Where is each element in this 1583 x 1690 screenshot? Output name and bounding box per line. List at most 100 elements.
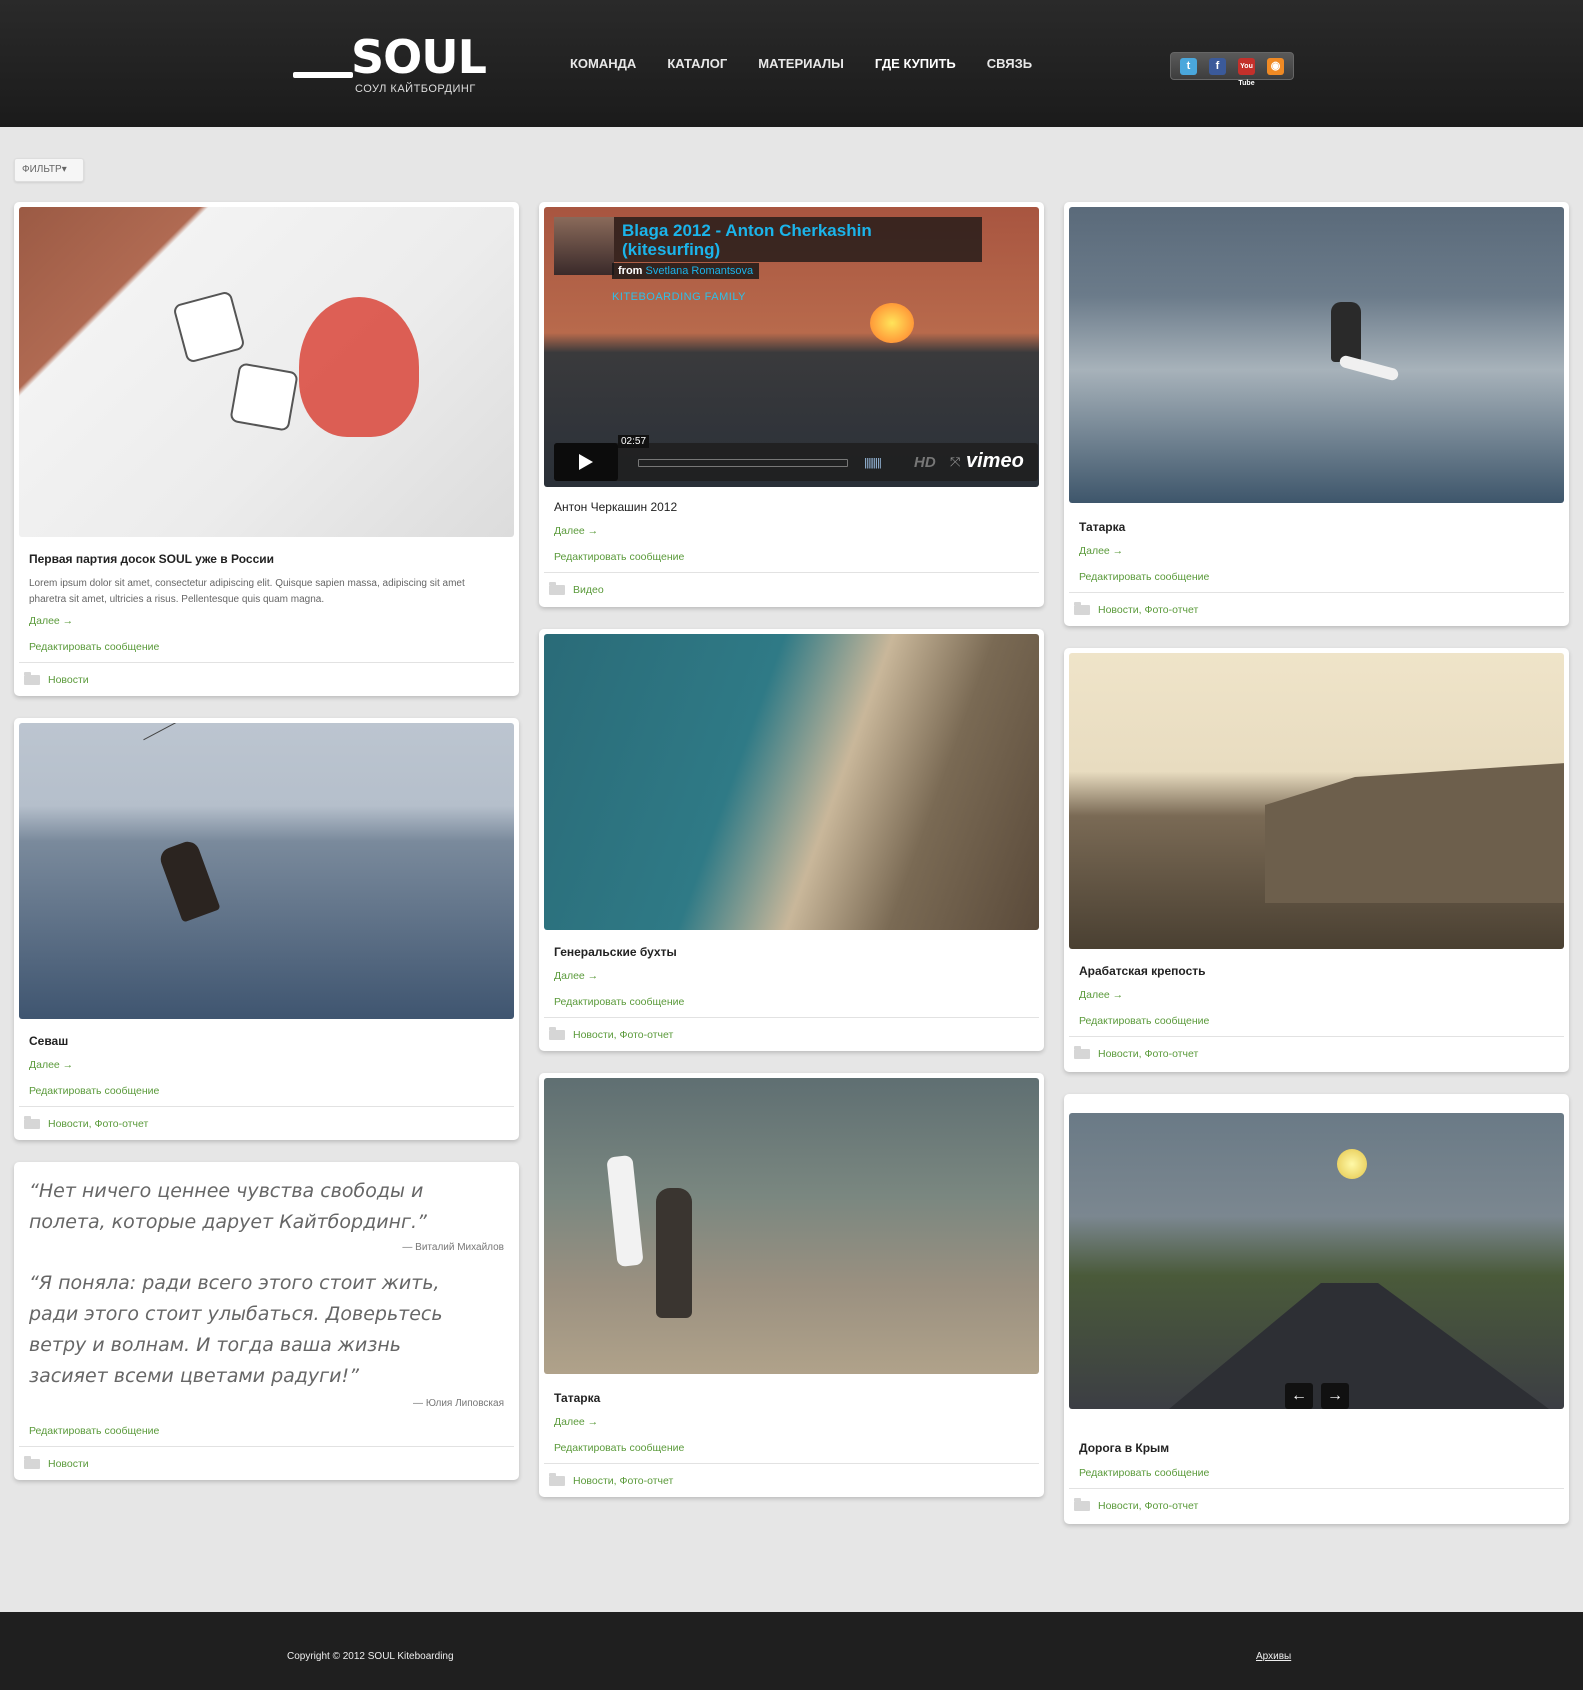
from-label: from bbox=[618, 265, 643, 277]
play-button[interactable] bbox=[554, 443, 618, 481]
post-card-fort: Арабатская крепость Далее → Редактироват… bbox=[1064, 648, 1569, 1072]
video-player[interactable]: Blaga 2012 - Anton Cherkashin (kitesurfi… bbox=[544, 207, 1039, 487]
quote-text: “Я поняла: ради всего этого стоит жить, … bbox=[29, 1272, 443, 1387]
logo-word: SOUL bbox=[351, 30, 487, 84]
divider bbox=[1069, 592, 1564, 593]
edit-post-link[interactable]: Редактировать сообщение bbox=[29, 641, 159, 653]
slider-prev-button[interactable]: ← bbox=[1285, 1383, 1313, 1409]
category-links[interactable]: Новости, Фото-отчет bbox=[1098, 1500, 1198, 1512]
post-card-board: Первая партия досок SOUL уже в России Lo… bbox=[14, 202, 519, 696]
edit-post-link[interactable]: Редактировать сообщение bbox=[29, 1425, 159, 1437]
read-more-link[interactable]: Далее → bbox=[1079, 545, 1123, 557]
read-more-link[interactable]: Далее → bbox=[554, 1416, 598, 1428]
edit-post-link[interactable]: Редактировать сообщение bbox=[554, 996, 684, 1008]
edit-post-link[interactable]: Редактировать сообщение bbox=[1079, 571, 1209, 583]
post-title[interactable]: Генеральские бухты bbox=[554, 945, 677, 959]
category-links[interactable]: Новости, Фото-отчет bbox=[48, 1118, 148, 1130]
post-card-tatarka-2: Татарка Далее → Редактировать сообщение … bbox=[539, 1073, 1044, 1497]
post-title[interactable]: Татарка bbox=[554, 1391, 600, 1405]
logo-subtitle: СОУЛ КАЙТБОРДИНГ bbox=[355, 83, 476, 95]
post-image[interactable] bbox=[19, 207, 514, 537]
category-links[interactable]: Новости, Фото-отчет bbox=[573, 1029, 673, 1041]
slider-next-button[interactable]: → bbox=[1321, 1383, 1349, 1409]
video-byline: from Svetlana Romantsova bbox=[612, 263, 760, 279]
kiter-figure bbox=[1331, 302, 1361, 362]
volume-icon[interactable]: ||||||||| bbox=[864, 457, 882, 469]
facebook-icon[interactable]: f bbox=[1209, 57, 1226, 75]
nav-where-to-buy[interactable]: ГДЕ КУПИТЬ bbox=[875, 56, 956, 71]
read-more-link[interactable]: Далее → bbox=[554, 970, 598, 982]
edit-post-link[interactable]: Редактировать сообщение bbox=[1079, 1015, 1209, 1027]
read-more-link[interactable]: Далее → bbox=[1079, 989, 1123, 1001]
post-image[interactable] bbox=[1069, 207, 1564, 503]
archive-link[interactable]: Архивы bbox=[1256, 1651, 1291, 1662]
post-categories: Новости, Фото-отчет bbox=[1074, 1498, 1198, 1512]
folder-icon bbox=[549, 582, 565, 595]
folder-icon bbox=[1074, 602, 1090, 615]
post-title[interactable]: Первая партия досок SOUL уже в России bbox=[29, 552, 274, 566]
nav-contact[interactable]: СВЯЗЬ bbox=[987, 56, 1032, 71]
author-avatar[interactable] bbox=[554, 217, 614, 275]
edit-post-link[interactable]: Редактировать сообщение bbox=[554, 1442, 684, 1454]
rss-icon[interactable]: ◉ bbox=[1267, 57, 1284, 75]
kiteboard-graphic bbox=[1338, 354, 1400, 382]
read-more-link[interactable]: Далее → bbox=[29, 1059, 73, 1071]
category-links[interactable]: Новости bbox=[48, 674, 89, 686]
category-links[interactable]: Новости, Фото-отчет bbox=[573, 1475, 673, 1487]
read-more-link[interactable]: Далее → bbox=[29, 615, 73, 627]
post-image[interactable] bbox=[1069, 653, 1564, 949]
divider bbox=[1069, 1488, 1564, 1489]
post-card-sevash: Севаш Далее → Редактировать сообщение Но… bbox=[14, 718, 519, 1140]
youtube-icon[interactable]: You Tube bbox=[1238, 57, 1255, 87]
fortress-wall-graphic bbox=[1265, 763, 1564, 903]
folder-icon bbox=[24, 1456, 40, 1469]
category-links[interactable]: Видео bbox=[573, 584, 604, 596]
post-title[interactable]: Севаш bbox=[29, 1034, 68, 1048]
read-more-link[interactable]: Далее → bbox=[554, 525, 598, 537]
edit-post-link[interactable]: Редактировать сообщение bbox=[1079, 1467, 1209, 1479]
video-brand-text: KITEBOARDING FAMILY bbox=[612, 291, 746, 303]
post-slider[interactable]: ← → bbox=[1069, 1113, 1564, 1409]
quote-author: — Виталий Михайлов bbox=[402, 1242, 504, 1253]
post-image[interactable] bbox=[544, 634, 1039, 930]
divider bbox=[19, 1106, 514, 1107]
site-header: SOUL СОУЛ КАЙТБОРДИНГ КОМАНДА КАТАЛОГ МА… bbox=[0, 0, 1583, 127]
category-links[interactable]: Новости, Фото-отчет bbox=[1098, 1048, 1198, 1060]
divider bbox=[544, 1463, 1039, 1464]
category-links[interactable]: Новости bbox=[48, 1458, 89, 1470]
kiteboard-graphic bbox=[606, 1154, 644, 1268]
vimeo-logo[interactable]: vimeo bbox=[966, 450, 1024, 473]
funnel-icon: ▾ bbox=[61, 164, 67, 175]
logo[interactable]: SOUL СОУЛ КАЙТБОРДИНГ bbox=[293, 30, 488, 96]
logo-line bbox=[293, 72, 353, 78]
nav-materials[interactable]: МАТЕРИАЛЫ bbox=[758, 56, 844, 71]
filter-button[interactable]: ФИЛЬТР▾ bbox=[14, 158, 84, 182]
edit-post-link[interactable]: Редактировать сообщение bbox=[29, 1085, 159, 1097]
post-excerpt: Lorem ipsum dolor sit amet, consectetur … bbox=[29, 578, 465, 605]
video-progress-bar[interactable] bbox=[638, 459, 848, 467]
video-title[interactable]: Blaga 2012 - Anton Cherkashin (kitesurfi… bbox=[622, 221, 972, 259]
video-author-link[interactable]: Svetlana Romantsova bbox=[646, 265, 754, 277]
fullscreen-icon[interactable]: ⤧ bbox=[950, 454, 960, 470]
category-links[interactable]: Новости, Фото-отчет bbox=[1098, 604, 1198, 616]
post-title[interactable]: Антон Черкашин 2012 bbox=[554, 500, 677, 514]
post-image[interactable] bbox=[544, 1078, 1039, 1374]
folder-icon bbox=[1074, 1498, 1090, 1511]
post-title[interactable]: Дорога в Крым bbox=[1079, 1441, 1169, 1455]
twitter-icon[interactable]: t bbox=[1180, 57, 1197, 75]
quote-author: — Юлия Липовская bbox=[413, 1398, 504, 1409]
post-title[interactable]: Татарка bbox=[1079, 520, 1125, 534]
hd-toggle[interactable]: HD bbox=[914, 454, 936, 471]
divider bbox=[19, 1446, 514, 1447]
post-card-quotes: “Нет ничего ценнее чувства свободы и пол… bbox=[14, 1162, 519, 1480]
nav-team[interactable]: КОМАНДА bbox=[570, 56, 636, 71]
post-title[interactable]: Арабатская крепость bbox=[1079, 964, 1206, 978]
edit-post-link[interactable]: Редактировать сообщение bbox=[554, 551, 684, 563]
divider bbox=[19, 662, 514, 663]
post-image[interactable] bbox=[19, 723, 514, 1019]
post-card-road: ← → Дорога в Крым Редактировать сообщени… bbox=[1064, 1094, 1569, 1524]
nav-catalog[interactable]: КАТАЛОГ bbox=[667, 56, 727, 71]
divider bbox=[544, 1017, 1039, 1018]
mascot-graphic bbox=[299, 297, 419, 437]
post-categories: Новости, Фото-отчет bbox=[1074, 1046, 1198, 1060]
